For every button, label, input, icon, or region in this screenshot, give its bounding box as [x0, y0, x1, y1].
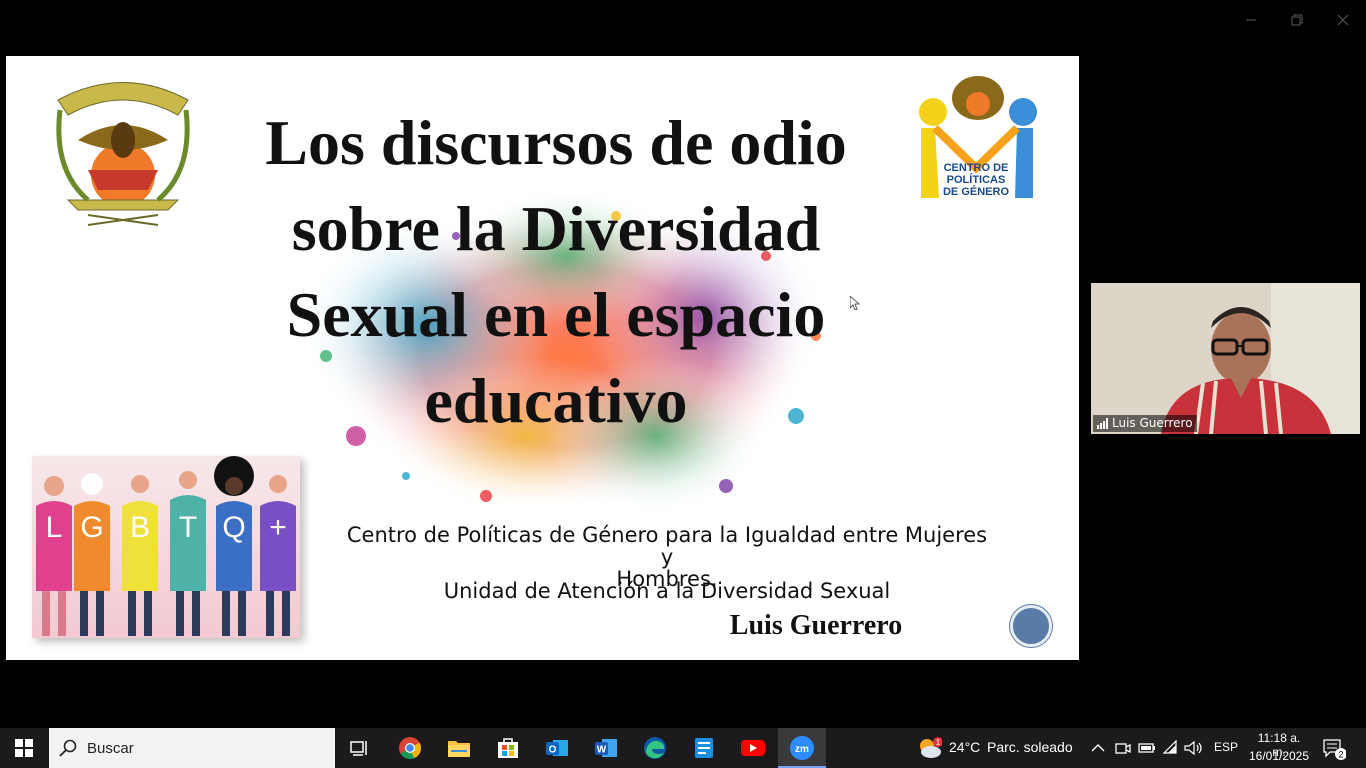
input-language[interactable]: ESP — [1214, 740, 1238, 754]
participant-name: Luis Guerrero — [1112, 416, 1193, 430]
svg-text:2: 2 — [1338, 750, 1343, 760]
taskbar-search-box[interactable]: Buscar — [49, 728, 335, 768]
taskbar-outlook[interactable]: O — [533, 728, 581, 768]
camera-icon — [1115, 743, 1131, 754]
slide-author: Luis Guerrero — [729, 610, 903, 641]
start-button[interactable] — [0, 728, 48, 768]
figure-g: G — [70, 456, 114, 638]
close-icon — [1337, 14, 1349, 26]
network-button[interactable] — [1161, 738, 1181, 758]
slide-title: Los discursos de odio sobre la Diversida… — [265, 107, 847, 436]
figure-q: Q — [212, 456, 256, 638]
windows-app-icon — [695, 738, 713, 758]
zoom-icon: zm — [790, 736, 814, 760]
taskbar-file-explorer[interactable] — [435, 728, 483, 768]
file-explorer-icon — [448, 741, 470, 757]
notification-center-button[interactable]: 2 — [1322, 738, 1347, 760]
participant-video-feed — [1091, 283, 1360, 434]
slide-action-button[interactable] — [1010, 605, 1052, 647]
task-view-button[interactable] — [336, 728, 384, 768]
figure-b: B — [118, 456, 162, 638]
wifi-icon — [1162, 740, 1177, 754]
volume-button[interactable] — [1184, 738, 1204, 758]
clock-date[interactable]: 16/01/2025 — [1248, 749, 1310, 763]
show-hidden-icons-button[interactable] — [1088, 738, 1108, 758]
lgbt-letter: B — [129, 511, 150, 544]
lgbtq-image: L G B T Q + — [32, 456, 300, 638]
taskbar-zoom[interactable]: zm — [778, 728, 826, 768]
taskbar-windows-app[interactable] — [680, 728, 728, 768]
university-logo — [56, 82, 190, 226]
figure-plus: + — [256, 456, 300, 638]
lgbt-letter: + — [269, 511, 287, 544]
lgbt-letter: Q — [222, 511, 246, 544]
youtube-icon — [741, 740, 765, 756]
taskbar-youtube[interactable] — [729, 728, 777, 768]
task-view-icon — [350, 741, 367, 756]
svg-text:W: W — [597, 745, 607, 756]
slide-subtitle-unit: Unidad de Atención a la Diversidad Sexua… — [443, 579, 891, 603]
figure-t: T — [166, 456, 210, 638]
restore-button[interactable] — [1282, 6, 1312, 34]
battery-button[interactable] — [1137, 738, 1157, 758]
notification-icon: 2 — [1323, 739, 1347, 760]
chevron-up-icon — [1091, 744, 1105, 752]
windows-logo-icon — [15, 739, 33, 757]
windows-taskbar: Buscar O W zm 1 24°C Parc. soleado ESP 1… — [0, 728, 1366, 768]
microsoft-store-icon — [498, 738, 518, 758]
shared-slide: CENTRO DE POLÍTICAS DE GÉNERO Los discur… — [6, 56, 1079, 660]
minimize-button[interactable] — [1236, 6, 1266, 34]
word-icon: W — [595, 739, 617, 757]
restore-icon — [1291, 14, 1303, 26]
participant-name-label: Luis Guerrero — [1093, 415, 1197, 432]
svg-text:zm: zm — [795, 744, 809, 755]
weather-temperature[interactable]: 24°C — [949, 739, 980, 755]
connection-signal-icon — [1097, 417, 1108, 429]
weather-partly-sunny-icon[interactable]: 1 — [916, 736, 942, 760]
search-icon — [59, 739, 77, 757]
meet-now-button[interactable] — [1113, 738, 1133, 758]
outlook-icon: O — [546, 740, 568, 756]
taskbar-word[interactable]: W — [582, 728, 630, 768]
lgbt-letter: G — [80, 511, 104, 544]
participant-video[interactable]: Luis Guerrero — [1091, 283, 1360, 434]
svg-text:1: 1 — [936, 738, 941, 747]
taskbar-edge[interactable] — [631, 728, 679, 768]
taskbar-microsoft-store[interactable] — [484, 728, 532, 768]
chrome-icon — [399, 737, 422, 760]
close-button[interactable] — [1328, 6, 1358, 34]
edge-icon — [644, 737, 666, 759]
mouse-cursor-icon — [850, 296, 860, 310]
weather-description[interactable]: Parc. soleado — [987, 739, 1073, 755]
taskbar-chrome[interactable] — [386, 728, 434, 768]
speaker-icon — [1184, 740, 1202, 756]
gender-policy-center-logo-text: CENTRO DE POLÍTICAS DE GÉNERO — [942, 162, 1009, 198]
svg-text:O: O — [549, 745, 557, 756]
search-placeholder: Buscar — [87, 739, 134, 757]
lgbt-letter: T — [178, 511, 198, 544]
minimize-icon — [1246, 19, 1256, 21]
battery-icon — [1138, 743, 1155, 753]
